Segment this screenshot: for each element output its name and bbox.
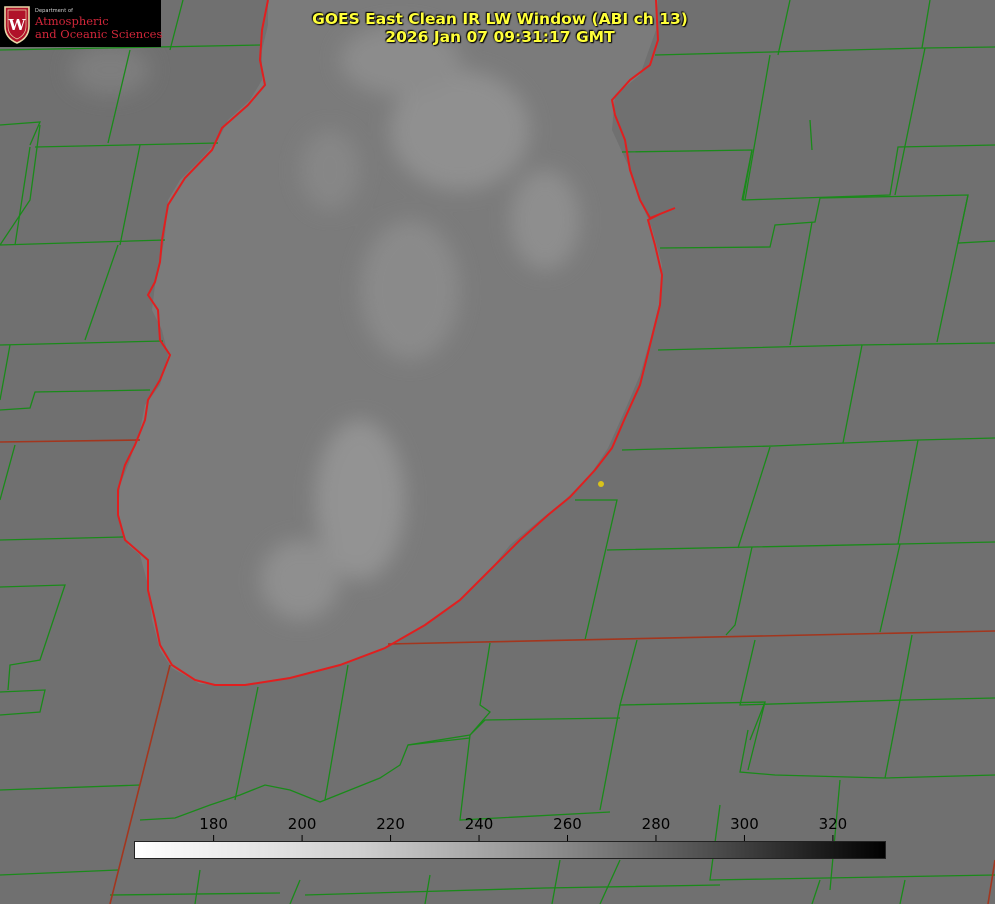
satellite-map: W Department of Atmospheric and Oceanic … — [0, 0, 995, 904]
colorbar-ticks — [213, 835, 834, 841]
colorbar — [134, 841, 886, 859]
